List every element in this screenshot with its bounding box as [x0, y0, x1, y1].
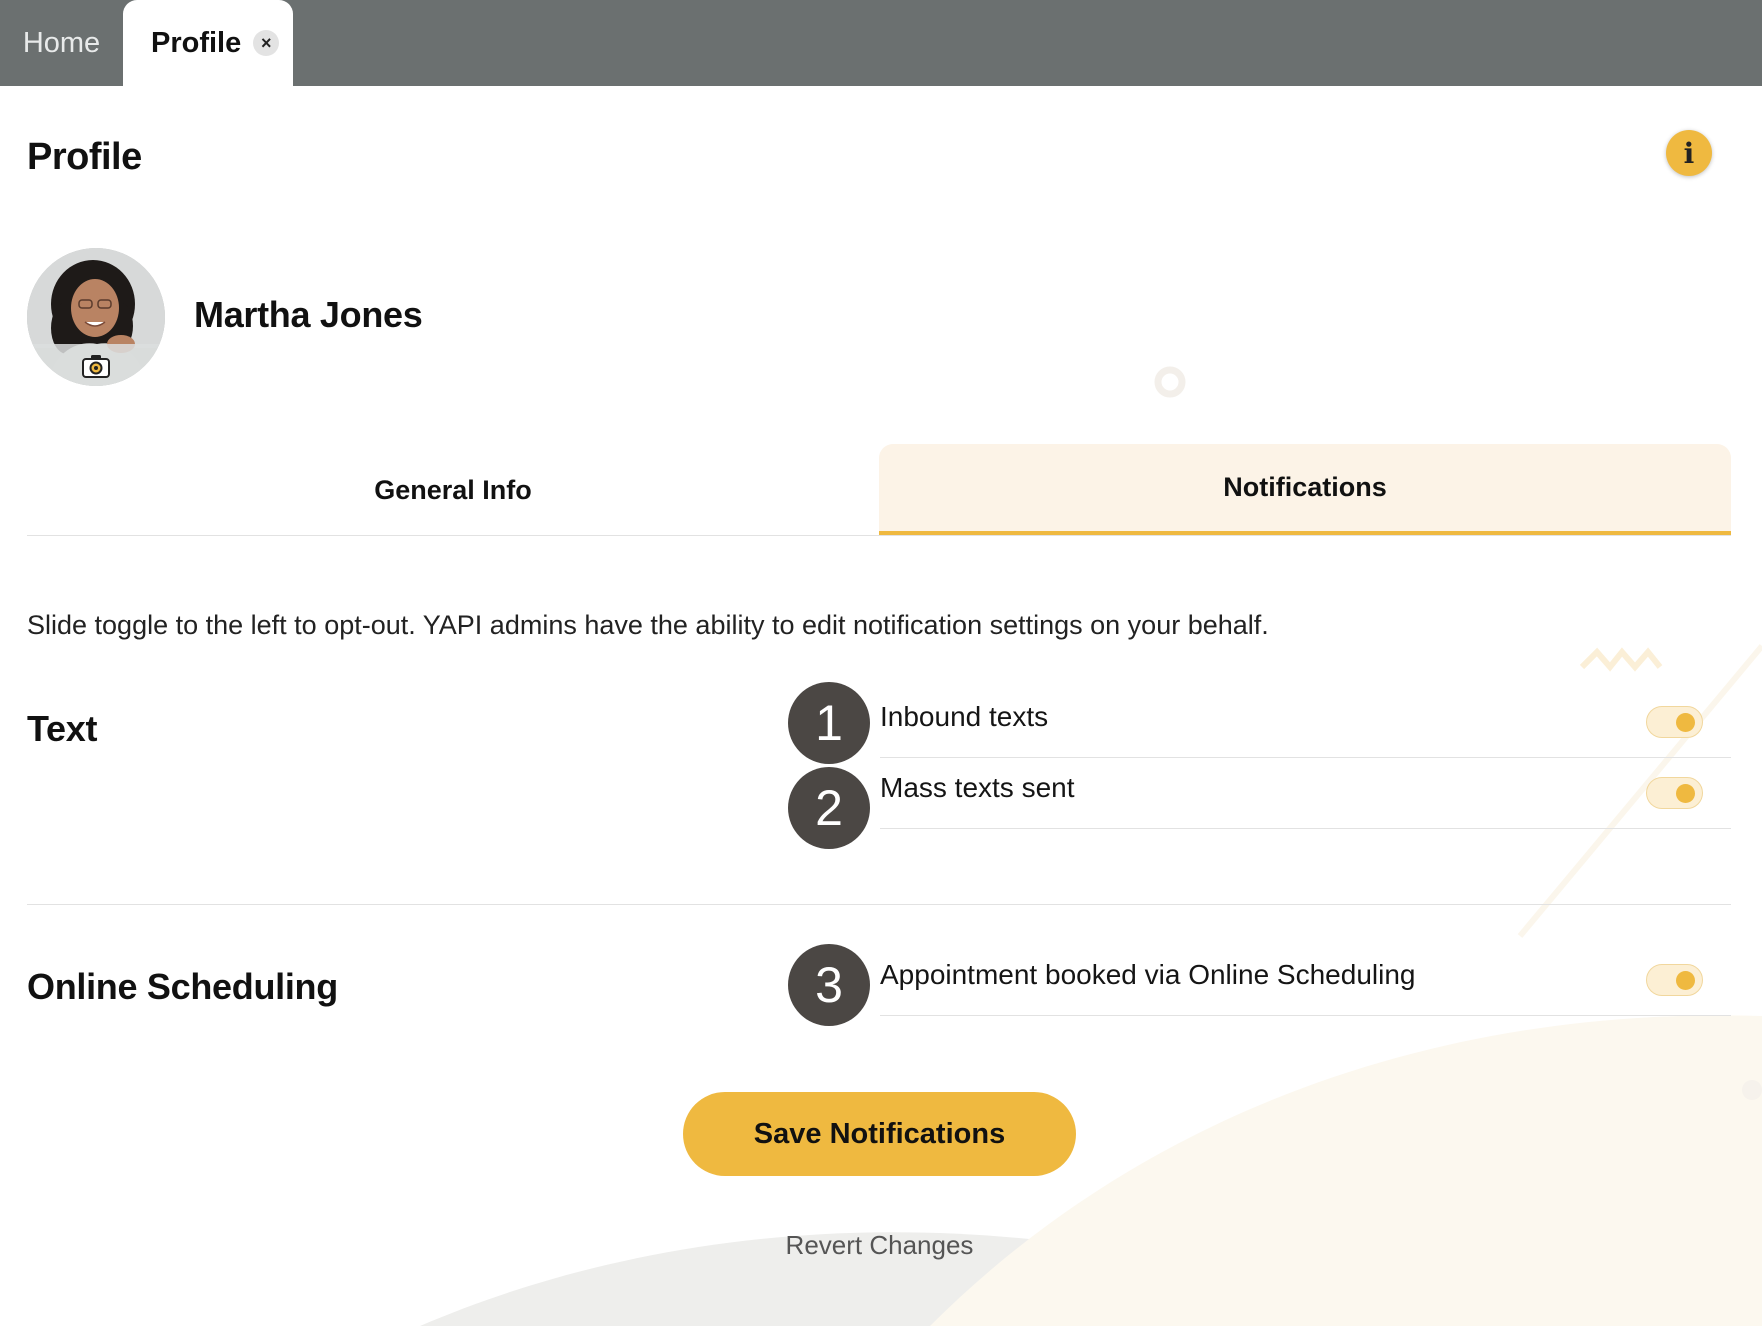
- step-badge: 1: [788, 682, 870, 764]
- helper-text: Slide toggle to the left to opt-out. YAP…: [27, 610, 1269, 640]
- save-notifications-label: Save Notifications: [753, 1117, 1006, 1150]
- notification-row-inbound-texts: Inbound texts: [880, 687, 1731, 758]
- notification-label: Appointment booked via Online Scheduling: [880, 959, 1416, 990]
- toggle-switch[interactable]: [1646, 706, 1703, 738]
- step-badge: 2: [788, 767, 870, 849]
- notification-label: Inbound texts: [880, 701, 1049, 732]
- section-tabs: General Info Notifications: [27, 444, 1731, 536]
- toggle-knob: [1676, 971, 1695, 990]
- toggle-switch[interactable]: [1646, 777, 1703, 809]
- notification-row-mass-texts: Mass texts sent: [880, 758, 1731, 829]
- info-icon[interactable]: i: [1666, 130, 1712, 176]
- notification-label: Mass texts sent: [880, 772, 1075, 803]
- info-glyph: i: [1683, 136, 1695, 170]
- page-title: Profile: [27, 136, 142, 178]
- group-title-text: Text: [27, 708, 98, 749]
- revert-changes-link[interactable]: Revert Changes: [683, 1230, 1076, 1261]
- tab-general-info[interactable]: General Info: [27, 444, 879, 536]
- tab-home[interactable]: Home: [0, 0, 123, 86]
- user-name: Martha Jones: [194, 294, 423, 335]
- tab-home-label: Home: [22, 26, 101, 59]
- notification-row-appointment-booked: Appointment booked via Online Scheduling: [880, 945, 1731, 1016]
- tab-notifications-label: Notifications: [1223, 472, 1387, 502]
- toggle-switch[interactable]: [1646, 964, 1703, 996]
- toggle-knob: [1676, 713, 1695, 732]
- tab-profile[interactable]: Profile ×: [123, 0, 293, 86]
- camera-icon[interactable]: [82, 354, 110, 378]
- step-badge: 3: [788, 944, 870, 1026]
- tab-profile-label: Profile: [151, 26, 242, 59]
- toggle-knob: [1676, 784, 1695, 803]
- tab-general-info-label: General Info: [374, 474, 532, 505]
- section-divider: [27, 904, 1731, 905]
- save-notifications-button[interactable]: Save Notifications: [683, 1092, 1076, 1176]
- close-icon[interactable]: ×: [253, 30, 280, 56]
- tab-notifications[interactable]: Notifications: [879, 444, 1731, 535]
- group-title-online-scheduling: Online Scheduling: [27, 966, 338, 1007]
- top-tab-bar: Home Profile ×: [0, 0, 1762, 86]
- profile-page: Profile i Martha Jones General Info Noti…: [0, 86, 1762, 1326]
